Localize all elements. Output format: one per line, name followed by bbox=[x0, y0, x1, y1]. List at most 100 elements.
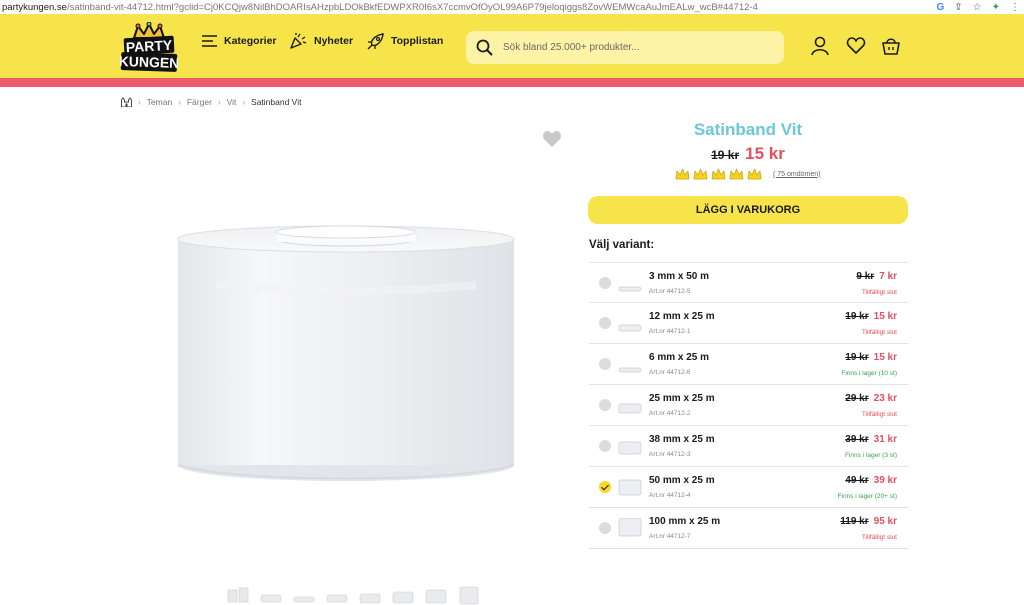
variant-article-number: Art.nr 44712-3 bbox=[649, 451, 691, 458]
sale-price: 15 kr bbox=[745, 144, 785, 163]
chevron-right-icon: › bbox=[217, 97, 221, 107]
variant-article-number: Art.nr 44712-5 bbox=[649, 288, 691, 295]
breadcrumb-item-teman[interactable]: Teman bbox=[147, 97, 173, 107]
variant-thumbnail bbox=[618, 479, 642, 496]
variant-sale-price: 15 kr bbox=[873, 352, 897, 363]
variant-name: 6 mm x 25 m bbox=[649, 352, 710, 363]
share-icon[interactable]: ⇪ bbox=[954, 2, 962, 13]
reviews-link[interactable]: ( 75 omdömen) bbox=[773, 171, 820, 178]
variant-thumbnail bbox=[618, 441, 642, 455]
breadcrumb-item-vit[interactable]: Vit bbox=[227, 97, 237, 107]
variant-sale-price: 95 kr bbox=[873, 516, 897, 527]
variant-article-number: Art.nr 44712-4 bbox=[649, 492, 691, 499]
variant-row[interactable]: 3 mm x 50 m Art.nr 44712-5 9 kr 7 kr Tillfäl… bbox=[589, 262, 909, 303]
bookmark-star-icon[interactable]: ☆ bbox=[973, 2, 982, 13]
variant-old-price: 119 kr bbox=[840, 516, 869, 527]
crown-star-icon bbox=[711, 168, 726, 180]
breadcrumb-current: Satinband Vit bbox=[251, 97, 302, 107]
extension-icon[interactable]: ✦ bbox=[992, 2, 1000, 13]
product-title: Satinband Vit bbox=[693, 120, 803, 139]
browser-menu-icon[interactable]: ⋮ bbox=[1010, 2, 1020, 13]
nav-categories[interactable]: Kategorier bbox=[202, 28, 277, 54]
variant-sale-price: 39 kr bbox=[873, 475, 897, 486]
variant-row[interactable]: 25 mm x 25 m Art.nr 44712-2 29 kr 23 kr Till… bbox=[589, 385, 909, 426]
thumbnail-4[interactable] bbox=[325, 585, 349, 605]
chevron-right-icon: › bbox=[242, 97, 246, 107]
add-to-cart-button[interactable]: LÄGG I VARUKORG bbox=[588, 196, 908, 224]
variant-old-price: 29 kr bbox=[845, 393, 869, 404]
variant-sale-price: 7 kr bbox=[879, 271, 897, 282]
variant-row[interactable]: 6 mm x 25 m Art.nr 44712-6 19 kr 15 kr Finns… bbox=[589, 344, 909, 385]
variant-price: 19 kr 15 kr bbox=[845, 352, 897, 363]
google-icon[interactable]: G bbox=[936, 2, 944, 13]
crown-star-icon bbox=[675, 168, 690, 180]
thumbnail-2[interactable] bbox=[259, 585, 283, 605]
menu-icon bbox=[202, 35, 217, 47]
search-input[interactable] bbox=[503, 42, 763, 53]
variant-radio[interactable] bbox=[599, 358, 611, 370]
user-icon[interactable] bbox=[810, 36, 830, 56]
rating: ( 75 omdömen) bbox=[675, 168, 820, 180]
thumbnail-3[interactable] bbox=[292, 585, 316, 605]
thumbnail-8[interactable] bbox=[457, 585, 481, 605]
variant-row[interactable]: 100 mm x 25 m Art.nr 44712-7 119 kr 95 kr Ti… bbox=[589, 508, 909, 549]
variant-list: 3 mm x 50 m Art.nr 44712-5 9 kr 7 kr Tillfäl… bbox=[589, 262, 909, 549]
nav-news[interactable]: Nyheter bbox=[289, 28, 353, 54]
variant-old-price: 39 kr bbox=[845, 434, 869, 445]
variant-radio[interactable] bbox=[599, 522, 611, 534]
variant-radio[interactable] bbox=[599, 440, 611, 452]
variant-thumbnail bbox=[618, 403, 642, 414]
variant-thumbnail bbox=[618, 286, 642, 292]
variant-radio[interactable] bbox=[599, 317, 611, 329]
variant-name: 25 mm x 25 m bbox=[649, 393, 715, 404]
basket-icon[interactable] bbox=[881, 36, 901, 56]
browser-toolbar: G ⇪ ☆ ✦ ⋮ bbox=[930, 0, 1020, 14]
partykungen-logo[interactable]: PARTY KUNGEN bbox=[120, 22, 178, 72]
thumbnail-5[interactable] bbox=[358, 585, 382, 605]
thumbnail-strip bbox=[226, 585, 481, 605]
url-path: /satinband-vit-44712.html?gclid=Cj0KCQjw… bbox=[66, 1, 758, 13]
variant-article-number: Art.nr 44712-6 bbox=[649, 369, 691, 376]
variant-radio-selected[interactable] bbox=[599, 481, 611, 493]
variant-old-price: 9 kr bbox=[856, 271, 875, 282]
variant-price: 29 kr 23 kr bbox=[845, 393, 897, 404]
variant-stock-status: Tillfälligt slut bbox=[861, 534, 897, 541]
crown-star-icon bbox=[693, 168, 708, 180]
variant-name: 50 mm x 25 m bbox=[649, 475, 715, 486]
variant-stock-status: Tillfälligt slut bbox=[861, 289, 897, 296]
nav-toplist[interactable]: Topplistan bbox=[367, 28, 443, 54]
address-bar[interactable]: partykungen.se/satinband-vit-44712.html?… bbox=[0, 0, 1024, 14]
variant-price: 119 kr 95 kr bbox=[840, 516, 897, 527]
variant-old-price: 19 kr bbox=[845, 352, 869, 363]
crown-star-icon bbox=[747, 168, 762, 180]
variant-old-price: 49 kr bbox=[845, 475, 869, 486]
variant-radio[interactable] bbox=[599, 277, 611, 289]
breadcrumb-item-farger[interactable]: Färger bbox=[187, 97, 212, 107]
variant-sale-price: 23 kr bbox=[873, 393, 897, 404]
nav-categories-label: Kategorier bbox=[224, 35, 277, 47]
variant-name: 12 mm x 25 m bbox=[649, 311, 715, 322]
thumbnail-6[interactable] bbox=[391, 585, 415, 605]
svg-text:KUNGEN: KUNGEN bbox=[120, 53, 178, 71]
variant-article-number: Art.nr 44712-1 bbox=[649, 328, 691, 335]
variant-price: 19 kr 15 kr bbox=[845, 311, 897, 322]
variant-row[interactable]: 50 mm x 25 m Art.nr 44712-4 49 kr 39 kr Finn… bbox=[589, 467, 909, 508]
variant-thumbnail bbox=[618, 518, 642, 537]
favorite-heart-icon[interactable] bbox=[542, 130, 562, 148]
search-box[interactable] bbox=[466, 31, 784, 64]
search-icon[interactable] bbox=[476, 39, 493, 56]
variant-row[interactable]: 38 mm x 25 m Art.nr 44712-3 39 kr 31 kr Finn… bbox=[589, 426, 909, 467]
variant-heading: Välj variant: bbox=[589, 239, 655, 251]
thumbnail-1[interactable] bbox=[226, 585, 250, 605]
variant-radio[interactable] bbox=[599, 399, 611, 411]
nav-news-label: Nyheter bbox=[314, 35, 354, 47]
thumbnail-7[interactable] bbox=[424, 585, 448, 605]
product-image[interactable] bbox=[176, 225, 516, 487]
variant-row[interactable]: 12 mm x 25 m Art.nr 44712-1 19 kr 15 kr Till… bbox=[589, 303, 909, 344]
variant-article-number: Art.nr 44712-2 bbox=[649, 410, 691, 417]
variant-article-number: Art.nr 44712-7 bbox=[649, 533, 691, 540]
home-castle-icon[interactable] bbox=[121, 97, 132, 107]
variant-name: 38 mm x 25 m bbox=[649, 434, 715, 445]
heart-icon[interactable] bbox=[846, 36, 866, 56]
variant-price: 39 kr 31 kr bbox=[845, 434, 897, 445]
